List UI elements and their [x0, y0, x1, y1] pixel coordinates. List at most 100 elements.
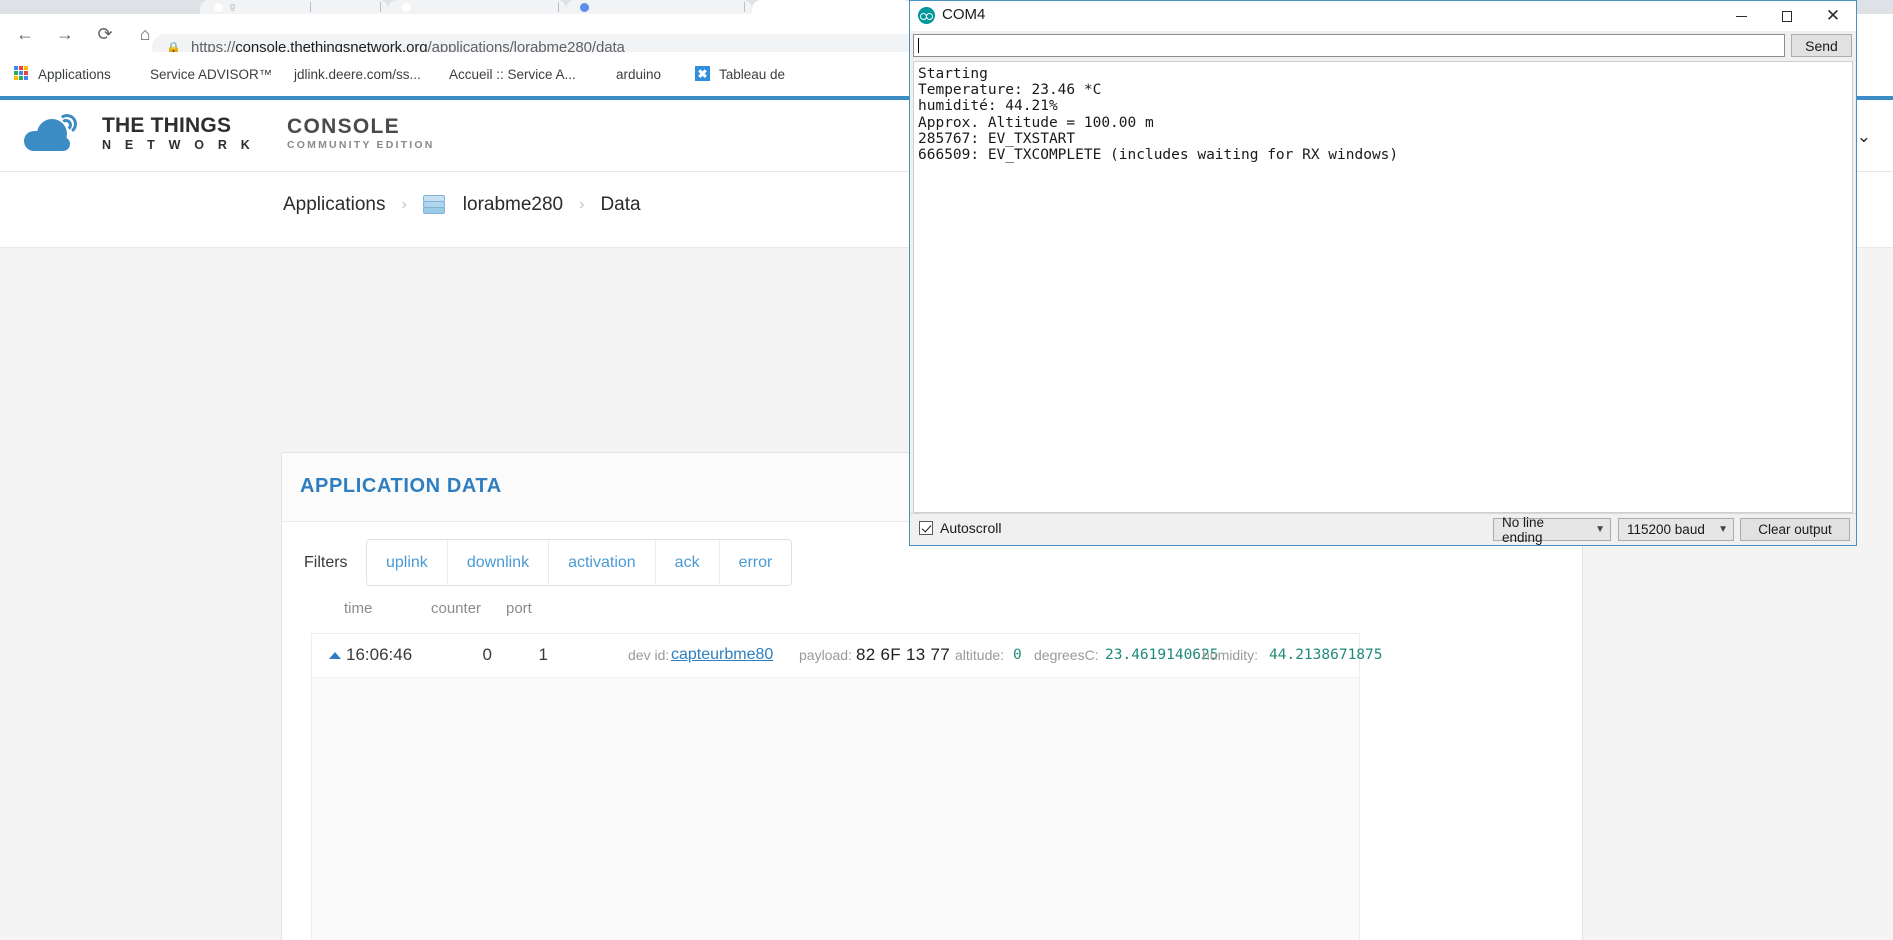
- tab-favicon: [402, 3, 411, 12]
- breadcrumb-separator: ›: [401, 196, 407, 213]
- column-header-counter: counter: [431, 600, 482, 617]
- line-ending-select[interactable]: No line ending ▼: [1493, 515, 1611, 545]
- column-header-port: port: [506, 600, 532, 617]
- serial-send-input[interactable]: [913, 34, 1785, 57]
- serial-output-line: Temperature: 23.46 *C: [918, 82, 1102, 99]
- tab-favicon: [580, 3, 589, 12]
- breadcrumb-item-applications[interactable]: Applications: [283, 194, 385, 216]
- screen-root: g ← → ⟳ ⌂ 🔒 https://console.thethingsnet…: [0, 0, 1893, 940]
- serial-output-line: 285767: EV_TXSTART: [918, 130, 1076, 147]
- bookmark-arduino[interactable]: arduino: [592, 62, 661, 86]
- serial-output-line: humidité: 44.21%: [918, 98, 1058, 115]
- bookmark-label: arduino: [616, 66, 662, 82]
- folder-icon: [592, 66, 608, 82]
- bookmark-label: Service ADVISOR™: [150, 66, 273, 82]
- serial-output-line: Approx. Altitude = 100.00 m: [918, 114, 1154, 131]
- breadcrumb: Applications › lorabme280 › Data: [283, 194, 641, 216]
- autoscroll-label: Autoscroll: [940, 520, 1002, 536]
- filter-activation[interactable]: activation: [549, 540, 656, 585]
- checkbox-icon[interactable]: [919, 521, 933, 535]
- table-header: time counter port: [282, 600, 1582, 632]
- serial-output-line: Starting: [918, 66, 988, 82]
- ttn-console-label: CONSOLE COMMUNITY EDITION: [287, 115, 434, 151]
- globe-icon: [126, 66, 142, 82]
- tab-label: g: [230, 1, 236, 11]
- baud-rate-value: 115200 baud: [1627, 522, 1705, 537]
- tab-separator: [310, 2, 311, 12]
- page-title: APPLICATION DATA: [300, 475, 502, 497]
- arduino-infinity-icon: [918, 7, 935, 24]
- table-row[interactable]: 16:06:46 0 1 dev id: capteurbme80 payloa…: [312, 634, 1383, 678]
- tab-favicon: [214, 3, 223, 12]
- cell-time: 16:06:46: [346, 645, 413, 664]
- bookmark-accueil[interactable]: Accueil :: Service A...: [425, 62, 576, 86]
- field-value-devid[interactable]: capteurbme80: [671, 646, 773, 664]
- layers-stack-icon: [422, 195, 445, 215]
- globe-icon: [270, 66, 286, 82]
- filter-downlink[interactable]: downlink: [447, 540, 550, 585]
- bookmark-label: jdlink.deere.com/ss...: [294, 66, 421, 82]
- console-title: CONSOLE: [287, 114, 400, 138]
- tab-separator: [744, 2, 745, 12]
- field-label-degreesc: degreesC:: [1034, 647, 1099, 663]
- serial-monitor-window: COM4 ✕ Send Starting Temperature: 23.46 …: [909, 0, 1857, 546]
- ttn-logo[interactable]: THE THINGS N E T W O R K CONSOLE COMMUNI…: [24, 112, 434, 153]
- filter-uplink[interactable]: uplink: [367, 540, 448, 585]
- field-label-altitude: altitude:: [955, 647, 1005, 663]
- globe-icon: [425, 66, 441, 82]
- baud-rate-select[interactable]: 115200 baud ▼: [1618, 518, 1734, 541]
- bookmark-tableau[interactable]: ✖ Tableau de: [695, 62, 785, 86]
- autoscroll-toggle[interactable]: Autoscroll: [919, 520, 1001, 536]
- chevron-down-icon[interactable]: ⌄: [1857, 128, 1871, 145]
- triangle-up-icon[interactable]: [329, 652, 341, 659]
- serial-monitor-title: COM4: [942, 6, 986, 23]
- maximize-icon[interactable]: [1764, 1, 1810, 31]
- field-label-humidity: humidity:: [1202, 647, 1259, 663]
- send-button[interactable]: Send: [1791, 34, 1852, 57]
- data-rows-container: 16:06:46 0 1 dev id: capteurbme80 payloa…: [311, 633, 1383, 940]
- bookmark-service-advisor[interactable]: Service ADVISOR™: [126, 62, 272, 86]
- browser-tab[interactable]: [388, 0, 566, 14]
- serial-monitor-titlebar[interactable]: COM4 ✕: [910, 1, 1856, 31]
- tab-separator: [558, 2, 559, 12]
- back-icon[interactable]: ←: [12, 21, 38, 47]
- reload-icon[interactable]: ⟳: [92, 21, 118, 47]
- tab-separator: [380, 2, 381, 12]
- console-edition: COMMUNITY EDITION: [287, 139, 435, 152]
- breadcrumb-item-data[interactable]: Data: [600, 194, 640, 216]
- tab-favicon: [766, 3, 775, 12]
- browser-tab[interactable]: [200, 0, 388, 14]
- minimize-icon[interactable]: [1718, 1, 1764, 31]
- forward-icon[interactable]: →: [52, 21, 78, 47]
- filter-ack[interactable]: ack: [655, 540, 720, 585]
- serial-monitor-statusbar: Autoscroll No line ending ▼ 115200 baud …: [910, 513, 1856, 545]
- bookmark-jdlink[interactable]: jdlink.deere.com/ss...: [270, 62, 421, 86]
- clear-output-button[interactable]: Clear output: [1740, 518, 1850, 541]
- tableau-icon: ✖: [695, 66, 711, 82]
- serial-output-console[interactable]: Starting Temperature: 23.46 *C humidité:…: [913, 61, 1853, 513]
- browser-tab-active[interactable]: [752, 0, 912, 14]
- field-label-payload: payload:: [799, 647, 852, 663]
- serial-monitor-input-row: Send: [910, 31, 1856, 61]
- field-value-humidity: 44.2138671875: [1269, 647, 1383, 663]
- ttn-wordmark: THE THINGS N E T W O R K: [102, 114, 255, 153]
- filters-label: Filters: [304, 554, 348, 571]
- ttn-wordmark-line2: N E T W O R K: [102, 137, 256, 152]
- breadcrumb-item-lorabme280[interactable]: lorabme280: [463, 194, 563, 216]
- bookmark-applications[interactable]: Applications: [14, 62, 111, 86]
- close-icon[interactable]: ✕: [1810, 1, 1856, 31]
- breadcrumb-separator: ›: [579, 196, 585, 213]
- field-value-payload: 82 6F 13 77: [856, 645, 951, 664]
- field-label-devid: dev id:: [628, 647, 670, 663]
- serial-output-line: 666509: EV_TXCOMPLETE (includes waiting …: [918, 147, 1399, 164]
- cell-port: 1: [538, 645, 548, 664]
- chevron-down-icon: ▼: [1595, 524, 1605, 535]
- apps-grid-icon: [14, 66, 30, 82]
- cell-counter: 0: [482, 645, 492, 664]
- browser-tab[interactable]: [566, 0, 752, 14]
- filter-error[interactable]: error: [719, 540, 792, 585]
- column-header-time: time: [344, 600, 373, 617]
- ttn-wordmark-line1: THE THINGS: [102, 113, 232, 137]
- text-caret: [918, 38, 919, 53]
- bookmark-label: Accueil :: Service A...: [449, 66, 576, 82]
